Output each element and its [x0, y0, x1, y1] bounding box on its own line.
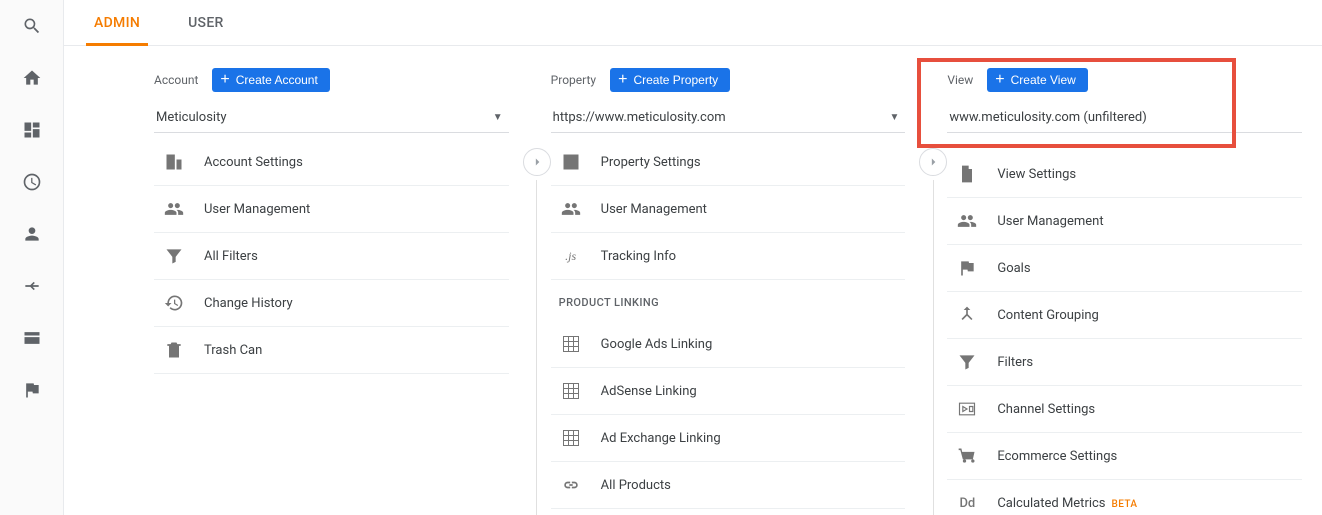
account-menu: Account Settings User Management All Filte…	[154, 139, 509, 374]
chevron-down-icon: ▼	[889, 112, 899, 123]
create-view-button[interactable]: +Create View	[987, 68, 1088, 92]
people-icon	[559, 199, 583, 219]
square-icon	[559, 152, 583, 172]
menu-item-user-management[interactable]: User Management	[154, 186, 509, 233]
menu-item-label: Filters	[997, 355, 1302, 370]
property-menu: Property Settings User Management .js Track…	[551, 139, 906, 280]
menu-item-all-filters[interactable]: All Filters	[154, 233, 509, 280]
left-nav-rail	[0, 0, 64, 515]
menu-item-tracking-info[interactable]: .js Tracking Info	[551, 233, 906, 280]
create-property-button[interactable]: +Create Property	[610, 68, 730, 92]
menu-item-label: Google Ads Linking	[601, 337, 906, 352]
menu-item-label: Tracking Info	[601, 249, 906, 264]
account-label: Account	[154, 73, 198, 87]
menu-item-ecommerce-settings[interactable]: Ecommerce Settings	[947, 433, 1302, 480]
view-label: View	[947, 73, 973, 87]
create-account-button[interactable]: +Create Account	[212, 68, 329, 92]
menu-item-goals[interactable]: Goals	[947, 245, 1302, 292]
property-column: Property +Create Property https://www.me…	[551, 68, 920, 515]
cart-icon	[955, 446, 979, 466]
plus-icon: +	[220, 73, 229, 87]
product-linking-header: PRODUCT LINKING	[551, 280, 906, 315]
history-icon	[162, 293, 186, 313]
menu-item-filters[interactable]: Filters	[947, 339, 1302, 386]
clock-icon[interactable]	[20, 170, 44, 194]
move-right-button[interactable]	[919, 148, 947, 176]
menu-item-label: Channel Settings	[997, 402, 1302, 417]
menu-item-label: Change History	[204, 296, 509, 311]
menu-item-label: Trash Can	[204, 343, 509, 358]
grid-icon	[559, 428, 583, 448]
card-icon[interactable]	[20, 326, 44, 350]
menu-item-view-settings[interactable]: View Settings	[947, 151, 1302, 198]
menu-item-label: Calculated MetricsBETA	[997, 496, 1302, 511]
menu-item-all-products[interactable]: All Products	[551, 462, 906, 509]
channel-icon	[955, 399, 979, 419]
menu-item-adsense-linking[interactable]: AdSense Linking	[551, 368, 906, 415]
search-icon[interactable]	[20, 14, 44, 38]
product-linking-menu: Google Ads Linking AdSense Linking Ad Exch…	[551, 321, 906, 509]
plus-icon: +	[618, 73, 627, 87]
view-menu: View Settings User Management Goals Content…	[947, 151, 1302, 515]
menu-item-change-history[interactable]: Change History	[154, 280, 509, 327]
menu-item-label: All Filters	[204, 249, 509, 264]
grid-icon	[559, 334, 583, 354]
menu-item-ad-exchange-linking[interactable]: Ad Exchange Linking	[551, 415, 906, 462]
menu-item-label: All Products	[601, 478, 906, 493]
beta-badge: BETA	[1112, 499, 1138, 510]
tab-user[interactable]: USER	[188, 0, 224, 46]
menu-item-google-ads-linking[interactable]: Google Ads Linking	[551, 321, 906, 368]
plus-icon: +	[995, 73, 1004, 87]
link-icon	[559, 475, 583, 495]
menu-item-label: User Management	[204, 202, 509, 217]
menu-item-label: User Management	[997, 214, 1302, 229]
menu-item-label: Content Grouping	[997, 308, 1302, 323]
view-column: View +Create View www.meticulosity.com (…	[947, 68, 1316, 515]
move-right-button[interactable]	[523, 148, 551, 176]
people-icon	[162, 199, 186, 219]
person-icon[interactable]	[20, 222, 44, 246]
trash-icon	[162, 340, 186, 360]
menu-item-label: Goals	[997, 261, 1302, 276]
dashboard-icon[interactable]	[20, 118, 44, 142]
property-selector[interactable]: https://www.meticulosity.com ▼	[551, 104, 906, 133]
home-icon[interactable]	[20, 66, 44, 90]
filter-icon	[955, 352, 979, 372]
menu-item-trash-can[interactable]: Trash Can	[154, 327, 509, 374]
tab-admin[interactable]: ADMIN	[94, 0, 140, 46]
menu-item-content-grouping[interactable]: Content Grouping	[947, 292, 1302, 339]
top-tabs: ADMIN USER	[64, 0, 1322, 46]
file-icon	[955, 164, 979, 184]
filter-icon	[162, 246, 186, 266]
menu-item-label: Ecommerce Settings	[997, 449, 1302, 464]
merge-icon	[955, 305, 979, 325]
dd-icon: Dd	[955, 496, 979, 511]
attribution-icon[interactable]	[20, 274, 44, 298]
building-icon	[162, 152, 186, 172]
menu-item-property-settings[interactable]: Property Settings	[551, 139, 906, 186]
column-divider	[919, 148, 947, 515]
chevron-down-icon: ▼	[493, 112, 503, 123]
flag-icon	[955, 258, 979, 278]
account-selector[interactable]: Meticulosity ▼	[154, 104, 509, 133]
menu-item-label: Ad Exchange Linking	[601, 431, 906, 446]
property-label: Property	[551, 73, 596, 87]
flag-icon[interactable]	[20, 378, 44, 402]
column-divider	[523, 148, 551, 515]
grid-icon	[559, 381, 583, 401]
menu-item-calculated-metrics[interactable]: Dd Calculated MetricsBETA	[947, 480, 1302, 515]
menu-item-channel-settings[interactable]: Channel Settings	[947, 386, 1302, 433]
menu-item-user-management[interactable]: User Management	[947, 198, 1302, 245]
menu-item-label: Property Settings	[601, 155, 906, 170]
people-icon	[955, 211, 979, 231]
menu-item-user-management[interactable]: User Management	[551, 186, 906, 233]
menu-item-label: View Settings	[997, 167, 1302, 182]
menu-item-label: AdSense Linking	[601, 384, 906, 399]
view-selector[interactable]: www.meticulosity.com (unfiltered) ▼	[947, 104, 1302, 133]
account-column: Account +Create Account Meticulosity ▼ A…	[154, 68, 523, 515]
menu-item-label: Account Settings	[204, 155, 509, 170]
menu-item-account-settings[interactable]: Account Settings	[154, 139, 509, 186]
js-icon: .js	[559, 249, 583, 264]
menu-item-label: User Management	[601, 202, 906, 217]
